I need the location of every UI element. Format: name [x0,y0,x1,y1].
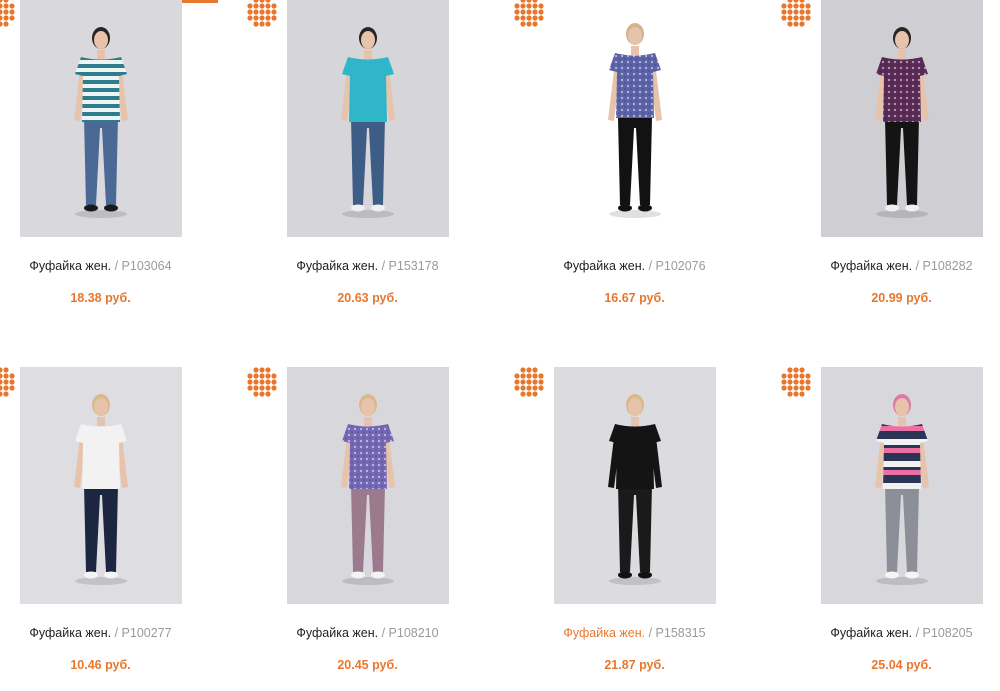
brand-badge-icon [514,367,544,397]
product-name: Фуфайка жен. [29,626,112,640]
product-price: 18.38 руб. [70,291,131,305]
product-catalog-page: Фуфайка жен. / P103064 18.38 руб. Фуфайка … [0,0,1000,691]
product-image[interactable] [287,367,449,604]
product-sku: P103064 [121,259,172,273]
sku-separator: / [378,259,389,273]
product-image[interactable] [20,0,182,237]
product-card[interactable]: Фуфайка жен. / P100277 10.46 руб. [0,367,267,691]
brand-badge-icon [0,367,15,397]
product-card[interactable]: Фуфайка жен. / P102076 16.67 руб. [534,0,801,340]
product-image[interactable] [821,0,983,237]
product-sku: P108205 [922,626,973,640]
product-title-link[interactable]: Фуфайка жен. / P102076 [534,259,735,273]
product-name: Фуфайка жен. [29,259,112,273]
brand-badge-icon [0,0,15,27]
product-price: 20.45 руб. [337,658,398,672]
product-title-link[interactable]: Фуфайка жен. / P108205 [801,626,1000,640]
product-price: 20.99 руб. [871,291,932,305]
product-price: 20.63 руб. [337,291,398,305]
product-card[interactable]: Фуфайка жен. / P158315 21.87 руб. [534,367,801,691]
sku-separator: / [378,626,389,640]
product-price: 21.87 руб. [604,658,665,672]
brand-badge-icon [514,0,544,27]
product-price: 25.04 руб. [871,658,932,672]
product-image[interactable] [821,367,983,604]
product-name: Фуфайка жен. [563,259,646,273]
sku-separator: / [912,259,923,273]
product-name: Фуфайка жен. [830,626,913,640]
product-sku: P108282 [922,259,973,273]
brand-badge-icon [781,367,811,397]
product-card[interactable]: Фуфайка жен. / P108205 25.04 руб. [801,367,1000,691]
product-title-link[interactable]: Фуфайка жен. / P108210 [267,626,468,640]
sku-separator: / [645,626,656,640]
product-sku: P158315 [655,626,706,640]
product-name: Фуфайка жен. [296,259,379,273]
product-grid: Фуфайка жен. / P103064 18.38 руб. Фуфайка … [0,0,1000,691]
product-price: 16.67 руб. [604,291,665,305]
brand-badge-icon [781,0,811,27]
product-image[interactable] [554,367,716,604]
product-title-link[interactable]: Фуфайка жен. / P158315 [534,626,735,640]
product-name: Фуфайка жен. [296,626,379,640]
product-title-link[interactable]: Фуфайка жен. / P103064 [0,259,201,273]
product-card[interactable]: Фуфайка жен. / P108210 20.45 руб. [267,367,534,691]
brand-badge-icon [247,367,277,397]
product-card[interactable]: Фуфайка жен. / P108282 20.99 руб. [801,0,1000,340]
product-price: 10.46 руб. [70,658,131,672]
product-name: Фуфайка жен. [563,626,646,640]
product-sku: P153178 [388,259,439,273]
product-sku: P100277 [121,626,172,640]
product-name: Фуфайка жен. [830,259,913,273]
product-card[interactable]: Фуфайка жен. / P153178 20.63 руб. [267,0,534,340]
sku-separator: / [912,626,923,640]
sku-separator: / [111,626,122,640]
product-image[interactable] [554,0,716,237]
product-title-link[interactable]: Фуфайка жен. / P100277 [0,626,201,640]
product-image[interactable] [20,367,182,604]
product-sku: P108210 [388,626,439,640]
product-card[interactable]: Фуфайка жен. / P103064 18.38 руб. [0,0,267,340]
product-title-link[interactable]: Фуфайка жен. / P153178 [267,259,468,273]
product-title-link[interactable]: Фуфайка жен. / P108282 [801,259,1000,273]
sku-separator: / [111,259,122,273]
brand-badge-icon [247,0,277,27]
sku-separator: / [645,259,656,273]
product-sku: P102076 [655,259,706,273]
product-image[interactable] [287,0,449,237]
